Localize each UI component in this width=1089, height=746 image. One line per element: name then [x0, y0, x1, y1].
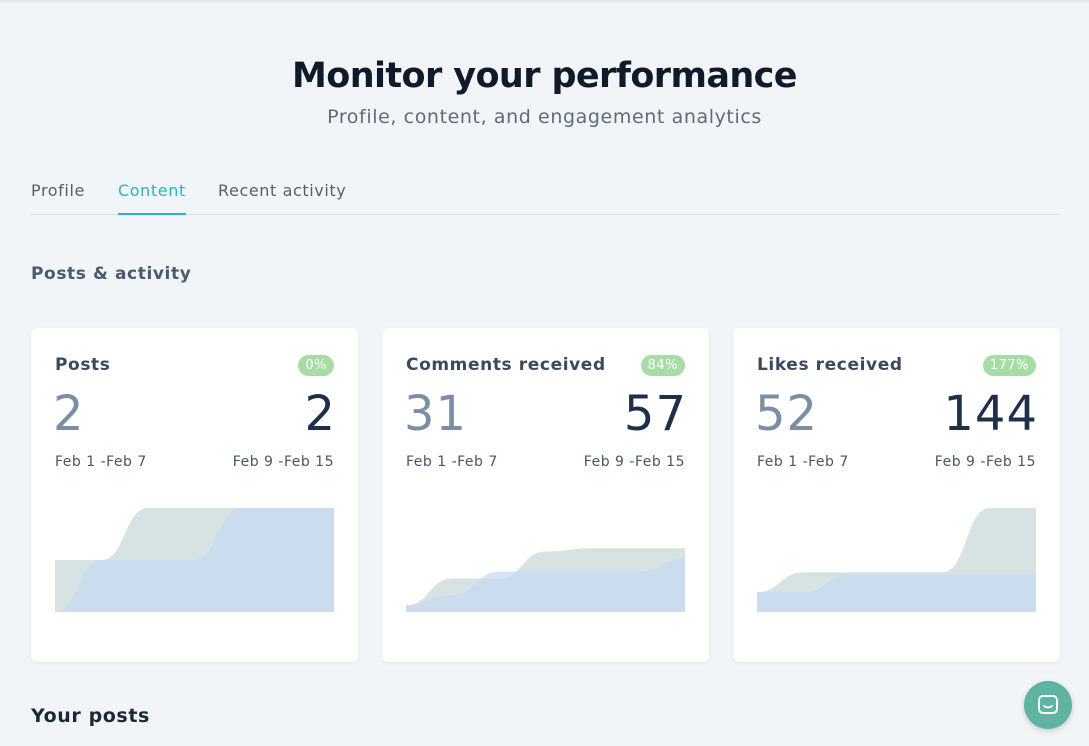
tab-recent-activity[interactable]: Recent activity [218, 182, 346, 213]
chat-launcher-button[interactable] [1024, 681, 1072, 729]
previous-range: Feb 1 -Feb 7 [55, 454, 147, 470]
current-range: Feb 9 -Feb 15 [934, 454, 1036, 470]
sparkline-chart-comments [406, 548, 685, 612]
tab-content[interactable]: Content [118, 182, 186, 215]
current-value: 57 [623, 386, 687, 442]
tab-bar: Profile Content Recent activity [31, 176, 1060, 215]
your-posts-heading: Your posts [31, 705, 150, 727]
chat-bubble-icon [1038, 695, 1058, 714]
card-title: Comments received [406, 355, 606, 375]
top-border [0, 0, 1089, 2]
card-title: Likes received [757, 355, 903, 375]
sparkline-chart-posts [55, 508, 334, 612]
previous-range: Feb 1 -Feb 7 [406, 454, 498, 470]
previous-value: 2 [53, 386, 85, 442]
current-value: 144 [943, 386, 1038, 442]
change-badge: 177% [982, 355, 1036, 376]
sparkline-chart-likes [757, 508, 1036, 612]
stat-card-comments: Comments received 84% 31 57 Feb 1 -Feb 7… [382, 328, 709, 662]
previous-range: Feb 1 -Feb 7 [757, 454, 849, 470]
current-range: Feb 9 -Feb 15 [232, 454, 334, 470]
change-badge: 0% [298, 355, 334, 376]
stat-card-posts: Posts 0% 2 2 Feb 1 -Feb 7 Feb 9 -Feb 15 [31, 328, 358, 662]
change-badge: 84% [640, 355, 685, 376]
page-title: Monitor your performance [292, 56, 798, 96]
previous-value: 31 [404, 386, 468, 442]
stat-card-likes: Likes received 177% 52 144 Feb 1 -Feb 7 … [733, 328, 1060, 662]
tab-profile[interactable]: Profile [31, 182, 85, 213]
current-range: Feb 9 -Feb 15 [583, 454, 685, 470]
page-subtitle: Profile, content, and engagement analyti… [327, 106, 762, 128]
section-title: Posts & activity [31, 264, 192, 284]
card-title: Posts [55, 355, 111, 375]
current-value: 2 [304, 386, 336, 442]
previous-value: 52 [755, 386, 819, 442]
